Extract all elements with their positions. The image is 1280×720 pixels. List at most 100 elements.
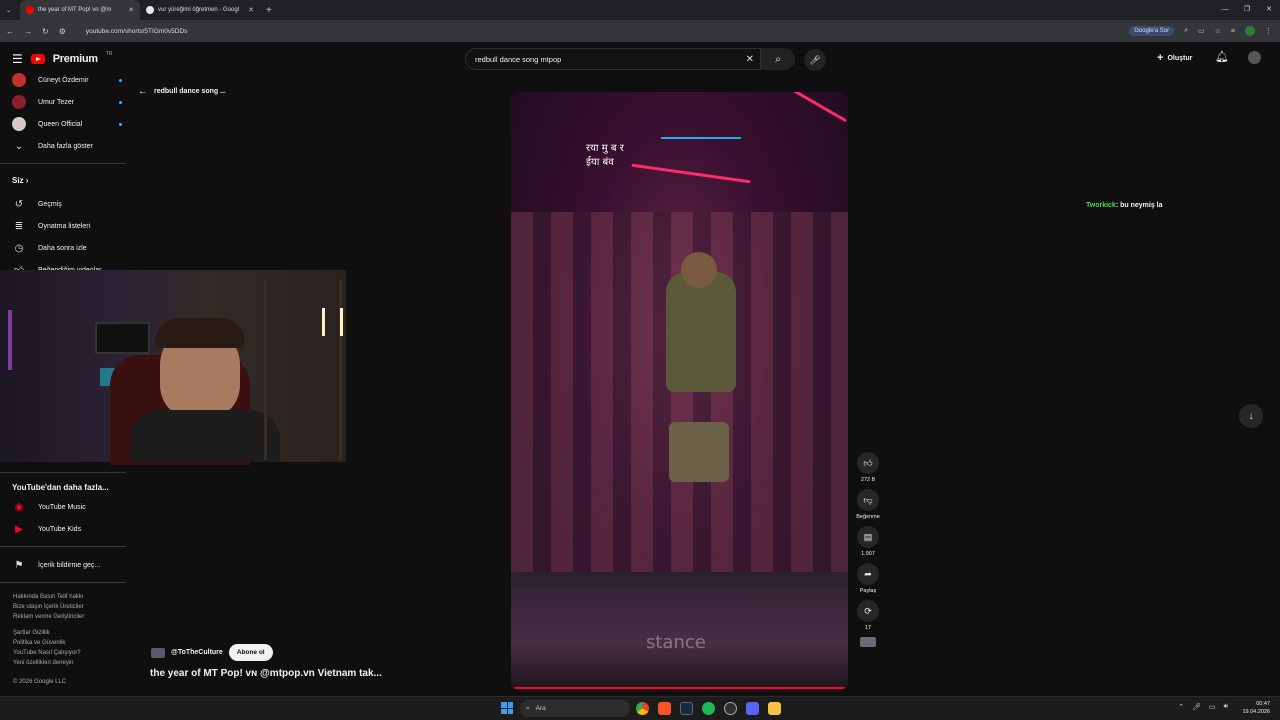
- channel-name: Cüneyt Özdemir: [38, 76, 89, 84]
- new-tab-button[interactable]: +: [260, 5, 278, 16]
- forward-arrow-icon[interactable]: →: [24, 27, 32, 36]
- sidebar-item-youtube-music[interactable]: ◉ YouTube Music: [12, 500, 122, 514]
- you-section-header[interactable]: Siz ›: [12, 176, 28, 185]
- monitor-shape: [95, 322, 150, 354]
- steam-icon[interactable]: [680, 702, 693, 715]
- network-icon[interactable]: ▭: [1209, 703, 1216, 711]
- google-favicon-icon: [146, 6, 154, 14]
- more-menu-icon[interactable]: ⋮: [1265, 27, 1272, 35]
- dislike-button[interactable]: 👎︎: [857, 489, 879, 511]
- reload-icon[interactable]: ↻: [42, 27, 49, 36]
- sound-thumbnail[interactable]: [860, 637, 876, 647]
- footer-link-row[interactable]: Bize ulaşın İçerik Üreticiler: [13, 602, 123, 612]
- hamburger-menu-icon[interactable]: ☰: [12, 52, 23, 66]
- sidebar-item-youtube-kids[interactable]: ▶ YouTube Kids: [12, 522, 122, 536]
- back-arrow-icon[interactable]: ←: [6, 27, 14, 36]
- google-sor-button[interactable]: Google'a Sor: [1129, 26, 1175, 36]
- next-video-button[interactable]: ↓: [1239, 404, 1263, 428]
- microphone-icon[interactable]: 🎤︎: [1192, 703, 1201, 711]
- sidebar-item-history[interactable]: ↺ Geçmiş: [12, 197, 122, 211]
- progress-bar[interactable]: [514, 687, 845, 689]
- youtube-music-icon: ◉: [14, 501, 24, 513]
- create-button[interactable]: + Oluştur: [1157, 52, 1192, 64]
- footer-link-row[interactable]: Hakkında Basın Telif hakkı: [13, 592, 123, 602]
- cast-icon[interactable]: ▭: [1198, 27, 1205, 35]
- chat-username: Tworkick: [1086, 202, 1116, 209]
- close-tab-icon[interactable]: ✕: [248, 6, 254, 14]
- plus-icon: +: [1157, 52, 1164, 64]
- comments-button[interactable]: ▤: [857, 526, 879, 548]
- channel-avatar[interactable]: [151, 647, 165, 658]
- windows-start-icon[interactable]: [501, 702, 513, 714]
- tab-menu[interactable]: ⌄: [0, 0, 20, 20]
- channel-avatar: [12, 117, 26, 131]
- footer-link-row[interactable]: YouTube Nasıl Çalışıyor?: [13, 648, 123, 658]
- chevron-up-icon[interactable]: ⌃: [1178, 703, 1184, 711]
- maximize-icon[interactable]: ❐: [1236, 0, 1258, 20]
- show-more-button[interactable]: ⌄ Daha fazla göster: [12, 139, 122, 153]
- subscribe-button[interactable]: Abone ol: [228, 644, 273, 661]
- user-avatar[interactable]: [1248, 51, 1261, 64]
- youtube-logo-icon[interactable]: [30, 54, 45, 64]
- youtube-kids-icon: ▶: [15, 523, 23, 535]
- volume-icon[interactable]: 🔊︎: [1224, 703, 1228, 711]
- shorts-video-player[interactable]: रया मु ब र ईया बंव stance: [511, 92, 848, 690]
- url-field[interactable]: youtube.com/shorts/5TIGm0v5DDs: [86, 28, 188, 35]
- site-info-icon[interactable]: ⚙: [59, 27, 66, 36]
- footer-link-row[interactable]: Yeni özellikleri deneyin: [13, 658, 123, 668]
- share-button[interactable]: ➦: [857, 563, 879, 585]
- bookmark-star-icon[interactable]: ☆: [1215, 27, 1221, 35]
- sidebar-subscription[interactable]: Cüneyt Özdemir: [12, 73, 122, 87]
- extensions-icon[interactable]: ≡: [1231, 28, 1235, 35]
- brave-icon[interactable]: [658, 702, 671, 715]
- file-explorer-icon[interactable]: [768, 702, 781, 715]
- search-button[interactable]: ⌕: [761, 48, 795, 70]
- footer-link-row[interactable]: Politika ve Güvenlik: [13, 638, 123, 648]
- taskbar-search[interactable]: ⌕ Ara: [520, 700, 630, 717]
- video-overlay-text: रया मु ब र ईया बंव: [586, 142, 624, 170]
- clock-time: 00:47: [1256, 701, 1270, 707]
- close-window-icon[interactable]: ✕: [1258, 0, 1280, 20]
- divider: [0, 163, 126, 164]
- show-more-label: Daha fazla göster: [38, 142, 93, 150]
- divider: [0, 546, 126, 547]
- back-to-search-button[interactable]: ← redbull dance song ...: [138, 86, 226, 97]
- sidebar-item-report[interactable]: ⚑ İçerik bildirme geç...: [12, 558, 122, 572]
- browser-tab[interactable]: vur yüreğimi öğretmen - Googl ✕: [140, 0, 260, 20]
- clear-search-icon[interactable]: ✕: [746, 54, 754, 65]
- obs-icon[interactable]: [724, 702, 737, 715]
- zoom-icon[interactable]: ⌕: [1184, 27, 1188, 35]
- chrome-icon[interactable]: [636, 702, 649, 715]
- brand-label[interactable]: Premium: [53, 53, 98, 65]
- dislike-label: Beğenme: [856, 514, 880, 520]
- remix-action: ⟳ 17: [852, 600, 884, 631]
- flag-icon: ⚑: [14, 559, 24, 571]
- like-button[interactable]: 👍︎: [857, 452, 879, 474]
- search-input[interactable]: redbull dance song mtpop ✕: [465, 48, 761, 70]
- sidebar-item-playlists[interactable]: ≣ Oynatma listeleri: [12, 219, 122, 233]
- notifications-bell-icon[interactable]: 🔔︎: [1215, 50, 1229, 63]
- taskbar-clock[interactable]: 00:47 19.04.2026: [1242, 700, 1270, 716]
- video-title[interactable]: the year of MT Pop! ᴠɴ @mtpop.vn Vietnam…: [150, 668, 382, 679]
- close-tab-icon[interactable]: ✕: [128, 6, 134, 14]
- neon-light: [631, 163, 751, 184]
- crowd-background: [511, 212, 848, 572]
- sidebar-item-watch-later[interactable]: ◷ Daha sonra izle: [12, 241, 122, 255]
- footer-link-row[interactable]: Reklam verme Geliştiriciler: [13, 612, 123, 622]
- remix-button[interactable]: ⟳: [857, 600, 879, 622]
- minimize-icon[interactable]: —: [1214, 0, 1236, 20]
- overlay-text-line: रया मु ब र: [586, 143, 624, 154]
- sidebar-subscription[interactable]: Umur Tezer: [12, 95, 122, 109]
- profile-avatar[interactable]: [1245, 26, 1255, 36]
- shorts-actions: 👍︎ 272 B 👎︎ Beğenme ▤ 1.907 ➦ Paylaş ⟳ 1…: [852, 452, 884, 653]
- candle-light: [322, 308, 325, 336]
- footer-link-row[interactable]: Şartlar Gizlilik: [13, 628, 123, 638]
- sidebar-subscription[interactable]: Queen Official: [12, 117, 122, 131]
- youtube-brand: ☰ Premium TR: [12, 51, 112, 66]
- channel-name[interactable]: @ToTheCulture: [171, 649, 223, 656]
- voice-search-button[interactable]: 🎤︎: [804, 49, 826, 71]
- browser-tab-active[interactable]: the year of MT Pop! vn @m ✕: [20, 0, 140, 20]
- spotify-icon[interactable]: [702, 702, 715, 715]
- discord-icon[interactable]: [746, 702, 759, 715]
- comments-action: ▤ 1.907: [852, 526, 884, 557]
